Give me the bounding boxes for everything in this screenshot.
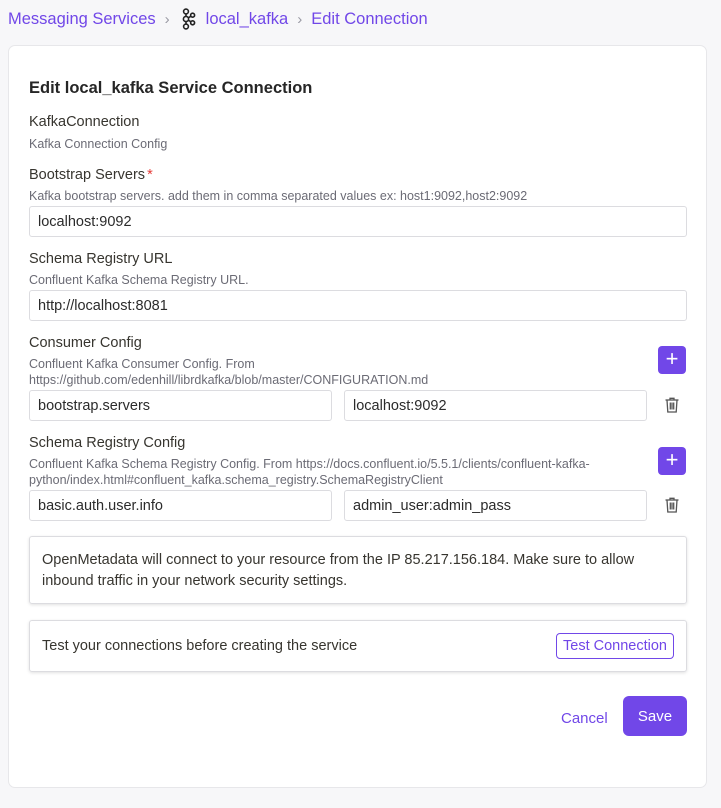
schema-registry-config-label: Schema Registry Config [29,435,186,451]
breadcrumb-messaging-services[interactable]: Messaging Services [8,10,156,29]
bootstrap-servers-desc: Kafka bootstrap servers. add them in com… [29,189,528,203]
breadcrumb-local-kafka[interactable]: local_kafka [206,10,289,29]
bootstrap-servers-input[interactable]: localhost:9092 [29,206,687,237]
schema-registry-config-desc: Confluent Kafka Schema Registry Config. … [29,456,590,488]
connection-type-desc: Kafka Connection Config [29,137,168,151]
edit-connection-card: Edit local_kafka Service Connection Kafk… [8,45,707,788]
delete-consumer-config-icon[interactable] [665,397,679,413]
add-consumer-config-button[interactable]: + [658,346,686,374]
test-connection-button[interactable]: Test Connection [556,633,674,659]
chevron-right-icon: › [297,10,303,28]
connection-type-label: KafkaConnection [29,114,140,130]
page-title: Edit local_kafka Service Connection [29,79,313,97]
ip-info-box: OpenMetadata will connect to your resour… [29,536,687,604]
cancel-button[interactable]: Cancel [561,710,608,727]
schema-registry-config-desc-line1: Confluent Kafka Schema Registry Config. … [29,457,590,471]
bootstrap-servers-label: Bootstrap Servers * [29,167,153,183]
kafka-icon [182,8,196,30]
consumer-config-key-input[interactable]: bootstrap.servers [29,390,332,421]
bootstrap-servers-label-text: Bootstrap Servers [29,167,146,183]
schema-registry-url-label: Schema Registry URL [29,251,173,267]
consumer-config-desc-line2: https://github.com/edenhill/librdkafka/b… [29,373,429,387]
add-schema-registry-config-button[interactable]: + [658,447,686,475]
breadcrumb: Messaging Services › local_kafka › Edit … [8,8,428,30]
schema-registry-config-value-input[interactable]: admin_user:admin_pass [344,490,647,521]
schema-registry-config-key-input[interactable]: basic.auth.user.info [29,490,332,521]
test-connection-box: Test your connections before creating th… [29,620,687,672]
chevron-right-icon: › [164,10,170,28]
required-marker: * [147,167,153,183]
schema-registry-config-desc-line2: python/index.html#confluent_kafka.schema… [29,473,443,487]
consumer-config-label: Consumer Config [29,335,142,351]
save-button[interactable]: Save [623,696,687,736]
consumer-config-desc: Confluent Kafka Consumer Config. From htt… [29,356,428,388]
delete-schema-registry-config-icon[interactable] [665,497,679,513]
breadcrumb-current: Edit Connection [311,9,428,28]
consumer-config-value-input[interactable]: localhost:9092 [344,390,647,421]
schema-registry-url-input[interactable]: http://localhost:8081 [29,290,687,321]
consumer-config-desc-line1: Confluent Kafka Consumer Config. From [29,357,255,371]
test-connection-text: Test your connections before creating th… [42,638,358,654]
schema-registry-url-desc: Confluent Kafka Schema Registry URL. [29,273,249,287]
